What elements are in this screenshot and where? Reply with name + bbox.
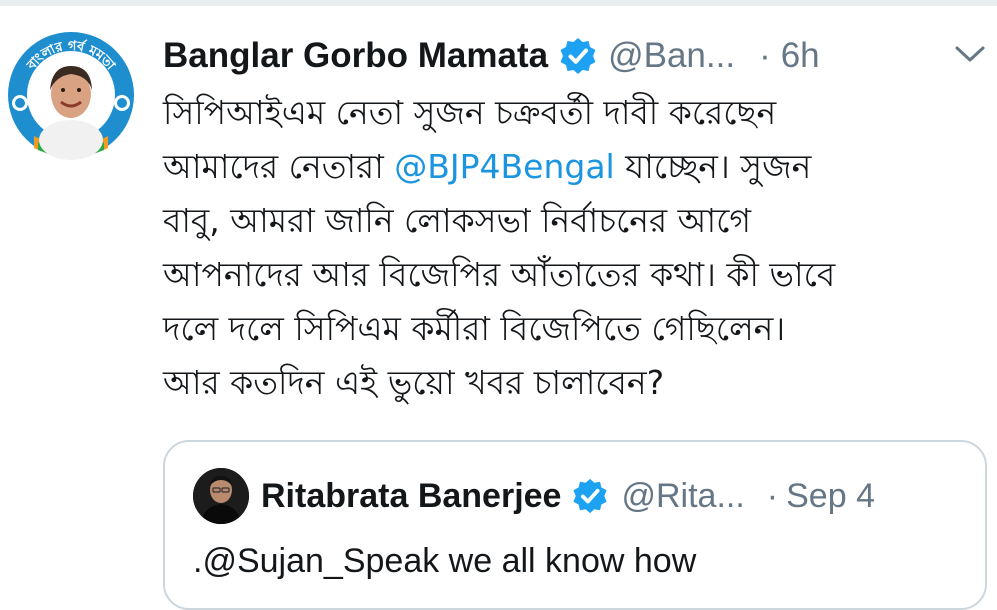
tweet-line: দলে দলে সিপিএম কর্মীরা বিজেপিতে গেছিলেন। [163,302,993,356]
author-name[interactable]: Banglar Gorbo Mamata [163,36,548,76]
tweet-text: সিপিআইএম নেতা সুজন চক্রবর্তী দাবী করেছেন [163,93,777,132]
header-separator: · [759,36,771,75]
tweet-text: আপনাদের আর বিজেপির আঁতাতের কথা। কী ভাবে [163,255,836,294]
tweet-text: আমাদের নেতারা [163,147,395,186]
mention-link[interactable]: @BJP4Bengal [394,147,614,186]
tweet-line: আর কতদিন এই ভুয়ো খবর চালাবেন? [163,356,993,410]
tweet-text: যাচ্ছেন। সুজন [614,147,812,186]
chevron-down-icon[interactable] [953,41,987,67]
tweet-text: দলে দলে সিপিএম কর্মীরা বিজেপিতে গেছিলেন। [163,309,786,348]
quoted-tweet-card[interactable]: Ritabrata Banerjee @Rita... · Sep 4 .@Su… [163,440,987,610]
tweet-line: সিপিআইএম নেতা সুজন চক্রবর্তী দাবী করেছেন [163,86,993,140]
quoted-tweet-header: Ritabrata Banerjee @Rita... · Sep 4 [261,470,875,522]
author-avatar[interactable]: বাংলার গর্ব মমতা [4,28,138,162]
tweet-text: আর কতদিন এই ভুয়ো খবর চালাবেন? [163,363,665,402]
quoted-header-separator: · [766,476,779,515]
tweet-timestamp[interactable]: 6h [781,36,820,76]
quoted-author-handle[interactable]: @Rita... [621,477,744,516]
verified-badge-icon [560,38,596,74]
tweet-header: Banglar Gorbo Mamata @Ban... · 6h [163,28,820,84]
tweet-body: সিপিআইএম নেতা সুজন চক্রবর্তী দাবী করেছেন… [163,86,993,410]
author-handle[interactable]: @Ban... [608,36,735,76]
tweet-line: বাবু, আমরা জানি লোকসভা নির্বাচনের আগে [163,194,993,248]
avatar-image: বাংলার গর্ব মমতা [5,29,137,161]
top-divider [0,0,997,6]
tweet-line: আপনাদের আর বিজেপির আঁতাতের কথা। কী ভাবে [163,248,993,302]
quoted-author-name[interactable]: Ritabrata Banerjee [261,477,561,516]
tweet-text: বাবু, আমরা জানি লোকসভা নির্বাচনের আগে [163,201,751,240]
verified-badge-icon [573,478,608,514]
quoted-tweet-text: .@Sujan_Speak we all know how [193,542,697,580]
quoted-avatar-image [193,468,249,524]
quoted-timestamp[interactable]: Sep 4 [786,477,875,516]
tweet-line: আমাদের নেতারা @BJP4Bengal যাচ্ছেন। সুজন [163,140,993,194]
quoted-author-avatar[interactable] [193,468,249,524]
